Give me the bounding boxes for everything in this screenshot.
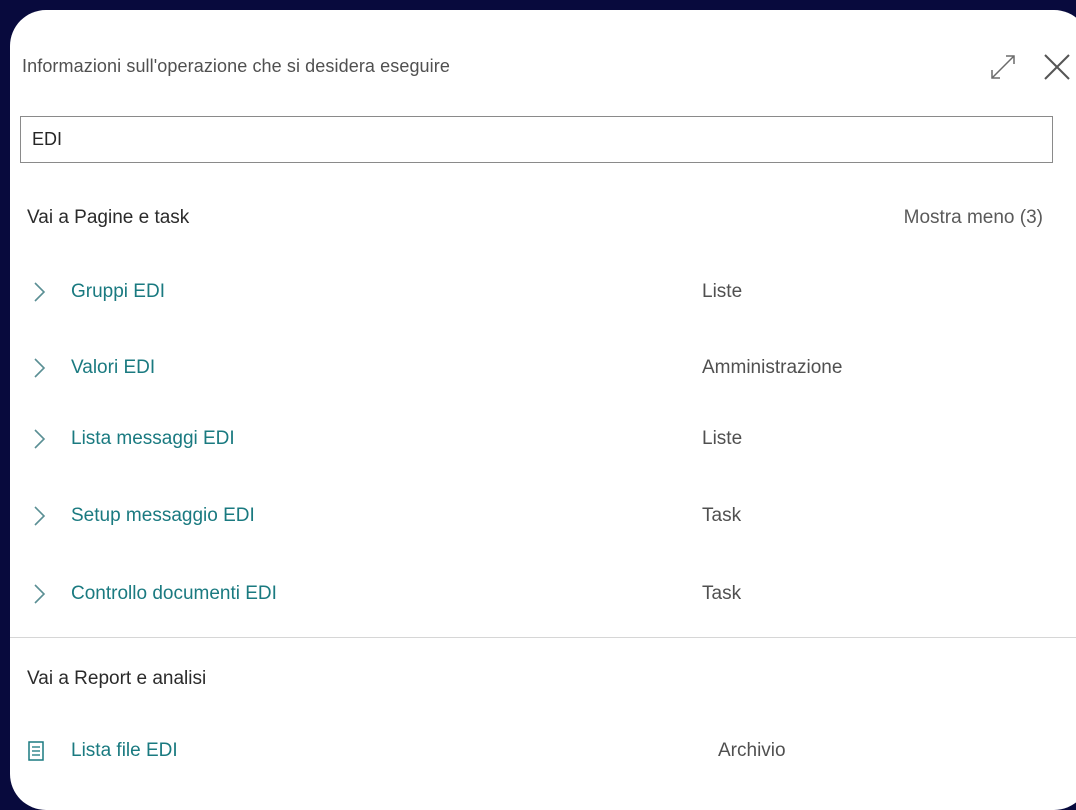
expand-icon[interactable] — [988, 52, 1018, 82]
chevron-right-icon — [30, 505, 50, 527]
reports-section-title: Vai a Report e analisi — [27, 668, 207, 689]
result-row-gruppi-edi[interactable]: Gruppi EDI Liste — [10, 272, 1070, 312]
result-category: Liste — [702, 281, 743, 302]
section-divider — [10, 637, 1076, 638]
result-row-lista-file-edi[interactable]: Lista file EDI Archivio — [10, 731, 1070, 771]
result-category: Task — [702, 505, 742, 526]
result-category: Archivio — [718, 740, 786, 761]
result-row-controllo-documenti-edi[interactable]: Controllo documenti EDI Task — [10, 574, 1070, 614]
result-row-valori-edi[interactable]: Valori EDI Amministrazione — [10, 348, 1070, 388]
chevron-right-icon — [30, 281, 50, 303]
chevron-right-icon — [30, 428, 50, 450]
chevron-right-icon — [30, 583, 50, 605]
result-row-setup-messaggio-edi[interactable]: Setup messaggio EDI Task — [10, 496, 1070, 536]
result-label[interactable]: Setup messaggio EDI — [71, 505, 255, 527]
close-icon[interactable] — [1042, 52, 1072, 82]
chevron-right-icon — [30, 357, 50, 379]
dialog-header: Informazioni sull'operazione che si desi… — [22, 52, 1072, 82]
report-document-icon — [26, 740, 46, 762]
result-label[interactable]: Controllo documenti EDI — [71, 583, 277, 605]
result-label[interactable]: Lista messaggi EDI — [71, 428, 235, 450]
result-row-lista-messaggi-edi[interactable]: Lista messaggi EDI Liste — [10, 419, 1070, 459]
dialog-title: Informazioni sull'operazione che si desi… — [22, 56, 450, 76]
search-input[interactable] — [20, 116, 1053, 163]
result-label[interactable]: Gruppi EDI — [71, 281, 165, 303]
result-category: Task — [702, 583, 742, 604]
pages-section-title: Vai a Pagine e task — [27, 207, 190, 228]
result-category: Liste — [702, 428, 743, 449]
result-label[interactable]: Lista file EDI — [71, 740, 178, 762]
result-category: Amministrazione — [702, 357, 843, 378]
show-less-link[interactable]: Mostra meno (3) — [904, 207, 1043, 229]
search-dialog: Informazioni sull'operazione che si desi… — [10, 10, 1076, 810]
result-label[interactable]: Valori EDI — [71, 357, 155, 379]
